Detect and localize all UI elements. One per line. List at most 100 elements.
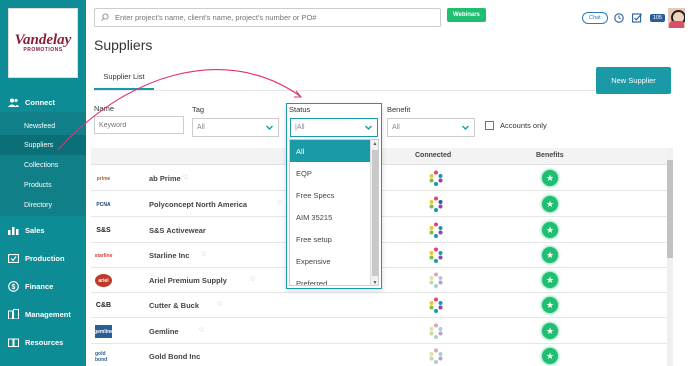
supplier-name[interactable]: Starline Inc [149, 251, 189, 260]
supplier-name[interactable]: Gemline [149, 327, 179, 336]
notification-badge[interactable]: 105 [649, 14, 665, 22]
status-option[interactable]: All [290, 140, 378, 162]
tasks-icon[interactable] [631, 13, 642, 23]
supplier-name[interactable]: Ariel Premium Supply [149, 276, 227, 285]
nav-connect-label: Connect [25, 97, 55, 107]
nav-item-suppliers[interactable]: Suppliers [0, 135, 86, 155]
nav-resources[interactable]: Resources [0, 336, 86, 348]
logo-sub-text: PROMOTIONS [23, 47, 63, 53]
nav-item-collections[interactable]: Collections [0, 155, 86, 175]
benefit-star-icon[interactable]: ★ [542, 272, 558, 288]
status-option[interactable]: EQP [290, 162, 378, 184]
nav-finance[interactable]: $ Finance [0, 280, 86, 292]
tag-select[interactable]: All [192, 118, 279, 137]
user-avatar[interactable] [668, 8, 685, 28]
tag-icon[interactable]: ♡ [201, 251, 206, 258]
supplier-logo: ariel [95, 274, 112, 287]
benefit-star-icon[interactable]: ★ [542, 196, 558, 212]
tab-supplier-list[interactable]: Supplier List [94, 64, 154, 90]
benefit-star-icon[interactable]: ★ [542, 222, 558, 238]
bar-chart-icon [8, 226, 19, 235]
nav-sales-label: Sales [25, 225, 45, 235]
benefit-star-icon[interactable]: ★ [542, 247, 558, 263]
search-input[interactable] [115, 13, 435, 22]
nav-item-directory[interactable]: Directory [0, 195, 86, 215]
chat-label: Chat [589, 15, 601, 21]
global-search[interactable] [94, 8, 441, 27]
status-option[interactable]: Free setup [290, 228, 378, 250]
webinars-button[interactable]: Webinars [447, 8, 486, 22]
connected-icon [429, 272, 443, 288]
scroll-down-icon[interactable]: ▼ [371, 279, 378, 285]
clock-icon[interactable] [614, 13, 624, 23]
new-supplier-button[interactable]: New Supplier [596, 67, 671, 94]
status-option[interactable]: Expensive [290, 250, 378, 272]
status-select-value: |All [295, 124, 305, 131]
benefit-star-icon[interactable]: ★ [542, 348, 558, 364]
svg-text:$: $ [12, 284, 16, 291]
book-icon [8, 338, 19, 347]
status-filter-label: Status [289, 105, 311, 114]
nav-production[interactable]: Production [0, 252, 86, 264]
status-select[interactable]: |All [290, 118, 378, 137]
nav-finance-label: Finance [25, 281, 54, 291]
benefit-star-icon[interactable]: ★ [542, 323, 558, 339]
benefit-star-icon[interactable]: ★ [542, 297, 558, 313]
status-option[interactable]: AIM 35215 [290, 206, 378, 228]
scrollbar-thumb[interactable] [667, 160, 673, 258]
accounts-only-checkbox[interactable] [485, 121, 494, 130]
nav-management-label: Management [25, 309, 71, 319]
benefit-star-icon[interactable]: ★ [542, 170, 558, 186]
chat-button[interactable]: Chat [581, 12, 608, 24]
tab-divider [94, 90, 672, 91]
tag-filter-label: Tag [192, 105, 205, 114]
status-options-list: All EQP Free Specs AIM 35215 Free setup Expen… [289, 139, 379, 286]
status-option[interactable]: Free Specs [290, 184, 378, 206]
chevron-down-icon [364, 123, 373, 134]
supplier-name[interactable]: ab Prime [149, 174, 181, 183]
dropdown-scrollbar-thumb[interactable] [372, 150, 378, 276]
table-row[interactable]: gold bond Gold Bond Inc ★ [91, 344, 667, 366]
benefit-filter-label: Benefit [387, 105, 411, 114]
supplier-name[interactable]: Gold Bond Inc [149, 352, 200, 361]
connected-icon [429, 323, 443, 339]
connected-icon [429, 348, 443, 364]
nav-item-products[interactable]: Products [0, 175, 86, 195]
supplier-logo: S&S [96, 227, 111, 234]
tag-icon[interactable]: ♡ [250, 276, 255, 283]
accounts-only-toggle[interactable]: Accounts only [485, 121, 547, 130]
column-connected: Connected [415, 152, 452, 159]
tag-icon[interactable]: ♡ [277, 200, 282, 207]
nav-sales[interactable]: Sales [0, 224, 86, 236]
nav-item-newsfeed[interactable]: Newsfeed [0, 116, 86, 136]
tag-select-value: All [197, 124, 205, 131]
tag-icon[interactable]: ♡ [199, 327, 204, 334]
status-option[interactable]: Preferred [290, 272, 378, 286]
scroll-up-icon[interactable]: ▲ [371, 140, 378, 148]
table-row[interactable]: gemline Gemline ♡ ★ [91, 319, 667, 344]
connected-icon [429, 247, 443, 263]
users-icon [8, 98, 19, 107]
supplier-logo: prime [96, 175, 111, 182]
sidebar: Vandelay PROMOTIONS Connect Newsfeed Sup… [0, 0, 86, 366]
logo-main-text: Vandelay [14, 32, 72, 48]
column-benefits: Benefits [536, 152, 564, 159]
supplier-name[interactable]: Polyconcept North America [149, 200, 247, 209]
company-logo[interactable]: Vandelay PROMOTIONS [8, 8, 78, 78]
dropdown-scrollbar[interactable]: ▲ ▼ [370, 140, 378, 285]
table-scrollbar[interactable] [667, 148, 673, 366]
search-icon [101, 12, 109, 23]
tag-icon[interactable]: ♡ [183, 174, 188, 181]
supplier-name[interactable]: Cutter & Buck [149, 301, 199, 310]
chevron-down-icon [461, 123, 470, 134]
nav-management[interactable]: Management [0, 308, 86, 320]
benefit-select-value: All [392, 124, 400, 131]
keyword-input[interactable] [94, 116, 184, 134]
table-row[interactable]: C&B Cutter & Buck ♡ ★ [91, 293, 667, 318]
nav-connect[interactable]: Connect [0, 96, 86, 108]
nav-production-label: Production [25, 253, 65, 263]
supplier-name[interactable]: S&S Activewear [149, 226, 206, 235]
supplier-logo: PCNA [96, 201, 111, 208]
tag-icon[interactable]: ♡ [217, 301, 222, 308]
benefit-select[interactable]: All [387, 118, 475, 137]
